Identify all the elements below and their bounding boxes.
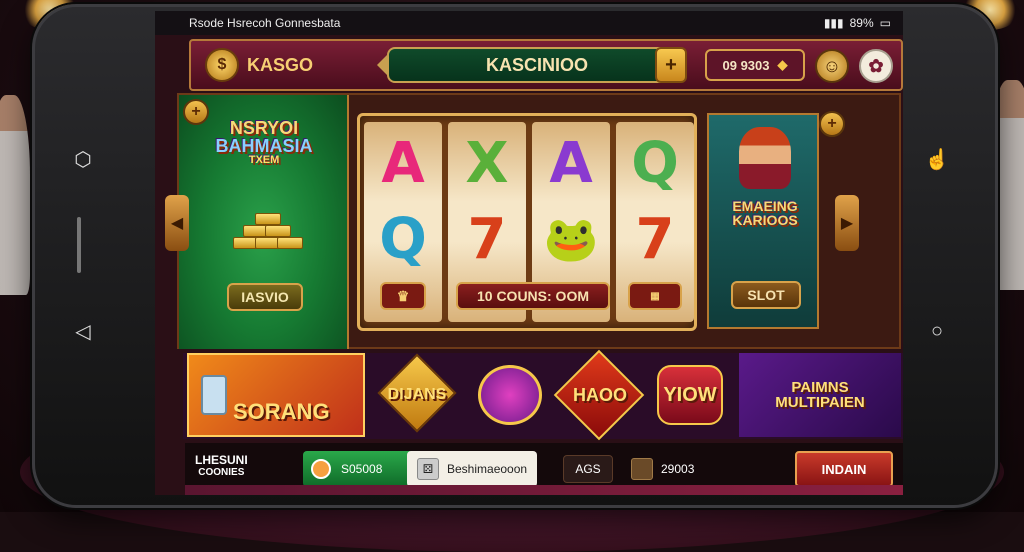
reel-bonus-badge: ♛ [380,282,426,310]
featured-game-left[interactable]: + NSRYOI BAHMASIA TXEM IAS​VIO [179,95,349,349]
settings-button[interactable]: ✿ [859,49,893,83]
reel-symbol: Q [616,136,694,192]
game-tile[interactable]: DIJANS [375,353,459,437]
title-line: EMAEING [715,199,815,213]
battery-icon: ▭ [880,16,891,30]
background-person [0,95,30,295]
game-tile[interactable]: PAIMNS MULTIPAIEN [739,353,901,437]
volume-slider[interactable] [77,217,81,273]
dice-icon: ⚄ [417,458,439,480]
circle-home-icon[interactable]: ○ [925,319,949,343]
search-text: KASCINIOO [486,55,588,76]
tile-label: SORANG [233,401,330,423]
amount-label: 29003 [661,462,694,476]
promo-chip[interactable]: ⚄ Beshimaeooon [407,451,537,487]
promo-label: Beshimaeooon [447,462,527,476]
bottom-bar: LHESUNI COONIES S05008 ⚄ Beshimaeooon AG… [185,443,903,495]
title-line: KARIOOS [715,213,815,227]
signal-icon: ▮▮▮ [824,16,844,30]
age-label: AGS [575,462,600,476]
coin-icon: $ [205,48,239,82]
game-tile[interactable]: HAOO [559,353,641,437]
prev-arrow-button[interactable]: ◀ [165,195,189,251]
gold-bars-icon [233,213,303,259]
deposit-chip[interactable]: S05008 [303,451,415,487]
tile-label: YIOW [663,385,716,405]
profile-button[interactable]: ☺ [815,49,849,83]
footer-strip [185,485,903,495]
game-tile[interactable]: SORANG [187,353,365,437]
status-indicators: ▮▮▮ 89% ▭ [824,16,891,30]
status-title: Rsode Hsrecoh Gonnesbata [189,16,340,30]
gear-icon: ✿ [868,56,883,77]
indain-button[interactable]: INDAIN [795,451,893,487]
amount-chip[interactable]: 29003 [631,455,731,483]
coin-icon [311,459,331,479]
frog-icon: 🐸 [532,218,610,262]
chevron-right-icon: ▶ [841,213,853,233]
game-tile[interactable]: YIOW [647,353,733,437]
reel-bonus-badge-2: ▦ [628,282,682,310]
featured-left-title: NSRYOI BAHMASIA TXEM [199,119,329,166]
reel-symbol: Q [364,212,442,268]
slot-reels[interactable]: A Q X 7 A 🐸 Q 7 ♛ 10 COUNS: OOM ▦ [357,113,697,331]
chevron-left-icon: ◀ [171,213,183,233]
status-bar: Rsode Hsrecoh Gonnesbata ▮▮▮ 89% ▭ [155,11,903,35]
game-tile[interactable] [467,353,553,437]
logo-text: KASGO [247,55,313,76]
add-button[interactable]: + [655,47,687,83]
slot-icon: ▦ [650,291,659,302]
reel-symbol: 7 [448,212,526,268]
featured-right-title: EMAEING KARIOOS [715,199,815,227]
app-screen: Rsode Hsrecoh Gonnesbata ▮▮▮ 89% ▭ $ KAS… [155,11,903,495]
gesture-icon[interactable]: ☝ [925,147,949,171]
reel-symbol: A [532,136,610,192]
game-tiles-row: SORANG DIJANS HAOO YIOW PAIMNS MULTIPAIE… [183,353,903,439]
play-button-left[interactable]: IAS​VIO [227,283,303,311]
next-arrow-button[interactable]: ▶ [835,195,859,251]
featured-game-right[interactable]: EMAEING KARIOOS SLOT [707,113,819,329]
battery-text: 89% [850,16,874,30]
win-label: 10 COUNS: OOM [456,282,610,310]
reel-symbol: 7 [616,212,694,268]
tile-label: HAOO [573,386,627,404]
deposit-label: S05008 [341,462,382,476]
play-button-right[interactable]: SLOT [731,281,801,309]
title-line: TXEM [199,155,329,166]
game-area: + NSRYOI BAHMASIA TXEM IAS​VIO ◀ A Q [177,93,901,349]
profile-icon: ☺ [823,56,841,77]
gem-icon [478,365,542,425]
bottom-label-line: LHESUNI [195,453,248,467]
reel-symbol: X [448,136,526,192]
diamond-icon: ◆ [778,57,788,73]
balance-text: 09 9303 [723,58,770,73]
tile-label: DIJANS [388,387,447,403]
tile-label: PAIMNS MULTIPAIEN [747,380,893,410]
character-avatar [739,127,791,189]
bottom-left-label: LHESUNI COONIES [195,453,248,479]
app-header: $ KASGO KASCINIOO + 09 9303 ◆ ☺ ✿ [189,39,903,91]
chevron-left-icon[interactable] [377,55,387,75]
title-line: NSRYOI [199,119,329,137]
balance-display[interactable]: 09 9303 ◆ [705,49,805,81]
add-favorite-button[interactable]: + [819,111,845,137]
crown-icon: ♛ [397,288,410,305]
wallet-icon [631,458,653,480]
app-logo[interactable]: $ KASGO [205,48,313,82]
phone-icon [201,375,227,415]
age-chip[interactable]: AGS [563,455,613,483]
title-line: BAHMASIA [199,137,329,155]
phone-frame: ⬡ ◁ ☝ ○ Rsode Hsrecoh Gonnesbata ▮▮▮ 89%… [32,4,998,508]
reel-symbol: A [364,136,442,192]
home-icon[interactable]: ⬡ [71,147,95,171]
search-bar[interactable]: KASCINIOO + [387,47,687,83]
bottom-label-line: COONIES [195,467,248,479]
back-icon[interactable]: ◁ [71,319,95,343]
